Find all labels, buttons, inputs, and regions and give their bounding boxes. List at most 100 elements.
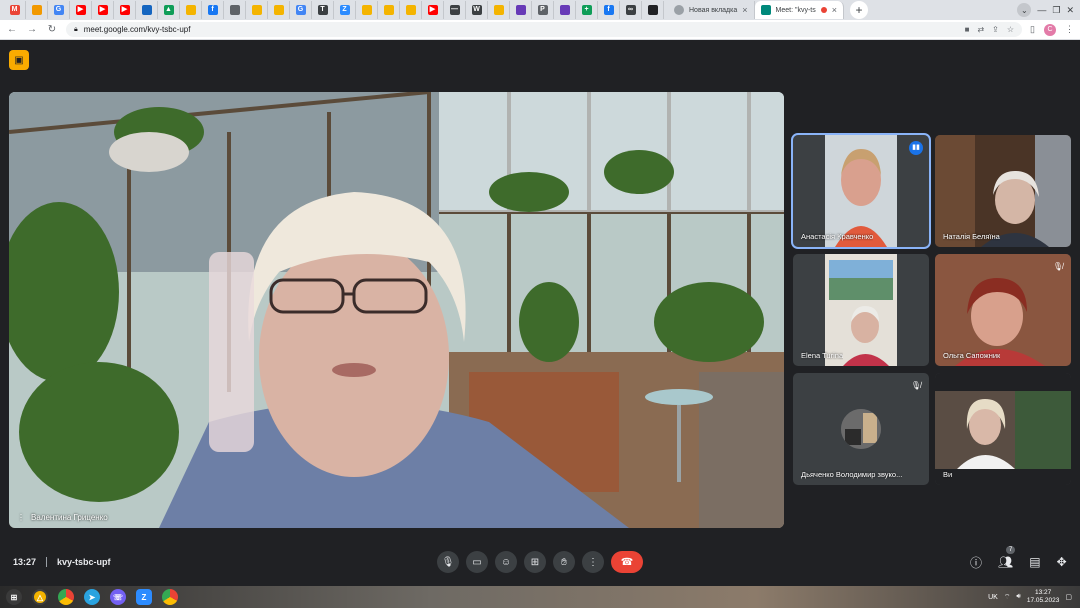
browser-tab[interactable]: ▶ bbox=[114, 1, 136, 19]
menu-kebab-icon[interactable]: ⋮ bbox=[1065, 24, 1074, 35]
side-controls: ⓘ 👥︎ ▤ ✥ bbox=[970, 554, 1067, 571]
browser-tab[interactable]: T bbox=[312, 1, 334, 19]
bookmark-star-icon[interactable]: ☆ bbox=[1007, 25, 1014, 34]
wifi-icon[interactable]: ⌔ bbox=[1004, 593, 1011, 602]
sidepanel-icon[interactable]: ▯ bbox=[1030, 24, 1035, 35]
participant-tile[interactable]: 🎙︎̸ Дьяченко Володимир звуко... bbox=[793, 373, 929, 485]
browser-tab[interactable]: P bbox=[532, 1, 554, 19]
browser-tab[interactable]: ▲ bbox=[158, 1, 180, 19]
volume-icon[interactable]: 🔊︎ bbox=[1016, 593, 1020, 601]
participant-tile[interactable]: Elena Turina bbox=[793, 254, 929, 366]
emoji-reactions-button[interactable]: ☺ bbox=[495, 551, 517, 573]
browser-tab[interactable]: ▶ bbox=[92, 1, 114, 19]
participant-video bbox=[825, 135, 897, 247]
doc-icon bbox=[515, 5, 526, 15]
dash-icon: — bbox=[449, 5, 460, 15]
meeting-details-icon[interactable]: ⓘ bbox=[970, 554, 982, 571]
chrome-icon[interactable] bbox=[162, 589, 178, 605]
more-options-button[interactable]: ⋮ bbox=[582, 551, 604, 573]
browser-tab[interactable]: f bbox=[202, 1, 224, 19]
browser-tab[interactable] bbox=[224, 1, 246, 19]
close-window-icon[interactable]: ✕ bbox=[1066, 5, 1074, 16]
google-icon: G bbox=[53, 5, 64, 15]
mic-off-icon: 🎙︎̸ bbox=[910, 381, 921, 390]
address-bar[interactable]: 🔒︎ meet.google.com/kvy-tsbc-upf ■ ⇄ ⇪ ☆ bbox=[66, 22, 1023, 37]
more-options-icon[interactable]: ⋮ bbox=[17, 513, 25, 522]
back-icon[interactable]: ← bbox=[6, 24, 18, 35]
close-icon[interactable]: × bbox=[832, 5, 837, 15]
activities-icon[interactable]: ✥ bbox=[1057, 555, 1067, 569]
globe-icon bbox=[674, 5, 684, 15]
participant-tile[interactable]: 🎙︎̸ Ольга Сапожник bbox=[935, 254, 1071, 366]
browser-tab[interactable] bbox=[488, 1, 510, 19]
browser-tab[interactable]: W bbox=[466, 1, 488, 19]
zoom-icon[interactable]: Z bbox=[136, 589, 152, 605]
browser-tab[interactable]: + bbox=[576, 1, 598, 19]
start-icon[interactable]: ⊞ bbox=[6, 589, 22, 605]
new-tab-button[interactable]: + bbox=[850, 1, 868, 19]
chat-icon[interactable]: ▤ bbox=[1029, 555, 1040, 569]
browser-tab[interactable] bbox=[26, 1, 48, 19]
browser-tab[interactable]: Z bbox=[334, 1, 356, 19]
language-indicator[interactable]: UK bbox=[988, 594, 998, 601]
main-speaker-tile[interactable]: ⋮ Валентина Гриценко bbox=[9, 92, 784, 528]
browser-tab[interactable]: G bbox=[290, 1, 312, 19]
app-icon[interactable]: △ bbox=[32, 589, 48, 605]
people-icon[interactable]: 👥︎ bbox=[998, 555, 1013, 569]
participant-tile[interactable]: Наталія Беляїна bbox=[935, 135, 1071, 247]
browser-tab[interactable]: f bbox=[598, 1, 620, 19]
video-camera-icon: ▭ bbox=[472, 556, 482, 568]
browser-tab[interactable]: ▶ bbox=[422, 1, 444, 19]
chrome-icon[interactable] bbox=[58, 589, 74, 605]
profile-avatar[interactable]: C bbox=[1044, 23, 1056, 36]
tab-new-tab[interactable]: Новая вкладка × bbox=[668, 1, 755, 19]
close-icon[interactable]: × bbox=[742, 5, 747, 15]
minimize-icon[interactable]: — bbox=[1037, 5, 1046, 15]
telegram-icon[interactable]: ➤ bbox=[84, 589, 100, 605]
participant-name: Дьяченко Володимир звуко... bbox=[801, 470, 903, 479]
viber-icon[interactable]: ☏ bbox=[110, 589, 126, 605]
tab-meet[interactable]: Meet: "kvy-ts × bbox=[754, 1, 844, 19]
raise-hand-button[interactable]: ✋︎ bbox=[553, 551, 575, 573]
present-screen-button[interactable]: ⊞ bbox=[524, 551, 546, 573]
browser-tab[interactable] bbox=[180, 1, 202, 19]
system-clock[interactable]: 13:27 17.05.2023 bbox=[1027, 589, 1060, 605]
drive-icon: ▲ bbox=[163, 5, 174, 15]
globe-icon bbox=[229, 5, 240, 15]
camera-off-indicator-icon[interactable]: ▣ bbox=[9, 50, 29, 70]
participant-tile[interactable]: Ви bbox=[935, 373, 1071, 485]
meeting-code: kvy-tsbc-upf bbox=[57, 557, 111, 567]
notifications-icon[interactable]: ▢ bbox=[1065, 593, 1072, 601]
browser-tab[interactable] bbox=[642, 1, 664, 19]
camera-icon[interactable]: ■ bbox=[965, 25, 970, 34]
text-icon: T bbox=[317, 5, 328, 15]
image-icon bbox=[185, 5, 196, 15]
forward-icon[interactable]: → bbox=[26, 24, 38, 35]
browser-tab[interactable]: — bbox=[444, 1, 466, 19]
camera-button[interactable]: ▭ bbox=[466, 551, 488, 573]
translate-icon[interactable]: ⇄ bbox=[977, 25, 984, 34]
browser-tab[interactable] bbox=[400, 1, 422, 19]
github-icon bbox=[647, 5, 658, 15]
browser-tab[interactable] bbox=[510, 1, 532, 19]
share-icon[interactable]: ⇪ bbox=[992, 25, 999, 34]
reload-icon[interactable]: ↻ bbox=[46, 24, 58, 35]
microphone-button[interactable]: 🎙︎ bbox=[437, 551, 459, 573]
browser-tab[interactable]: M bbox=[4, 1, 26, 19]
browser-tab[interactable] bbox=[378, 1, 400, 19]
recording-dot-icon bbox=[820, 7, 827, 13]
meet-stage: ▣ ⋮ Валентина Гриценко ▮▮ Анастасія Крав… bbox=[0, 40, 1080, 586]
tab-search-icon[interactable]: ⌄ bbox=[1017, 3, 1032, 17]
browser-tab[interactable]: ∞ bbox=[620, 1, 642, 19]
browser-tab[interactable] bbox=[268, 1, 290, 19]
browser-tab[interactable] bbox=[554, 1, 576, 19]
browser-tab[interactable]: ▶ bbox=[70, 1, 92, 19]
leave-call-button[interactable]: ☎︎ bbox=[611, 551, 643, 573]
browser-tab[interactable] bbox=[136, 1, 158, 19]
browser-tab[interactable] bbox=[356, 1, 378, 19]
browser-tab[interactable]: G bbox=[48, 1, 70, 19]
participant-tile[interactable]: ▮▮ Анастасія Кравченко bbox=[791, 133, 931, 249]
browser-toolbar: ← → ↻ 🔒︎ meet.google.com/kvy-tsbc-upf ■ … bbox=[0, 20, 1080, 40]
browser-tab[interactable] bbox=[246, 1, 268, 19]
maximize-icon[interactable]: ❐ bbox=[1052, 5, 1060, 16]
